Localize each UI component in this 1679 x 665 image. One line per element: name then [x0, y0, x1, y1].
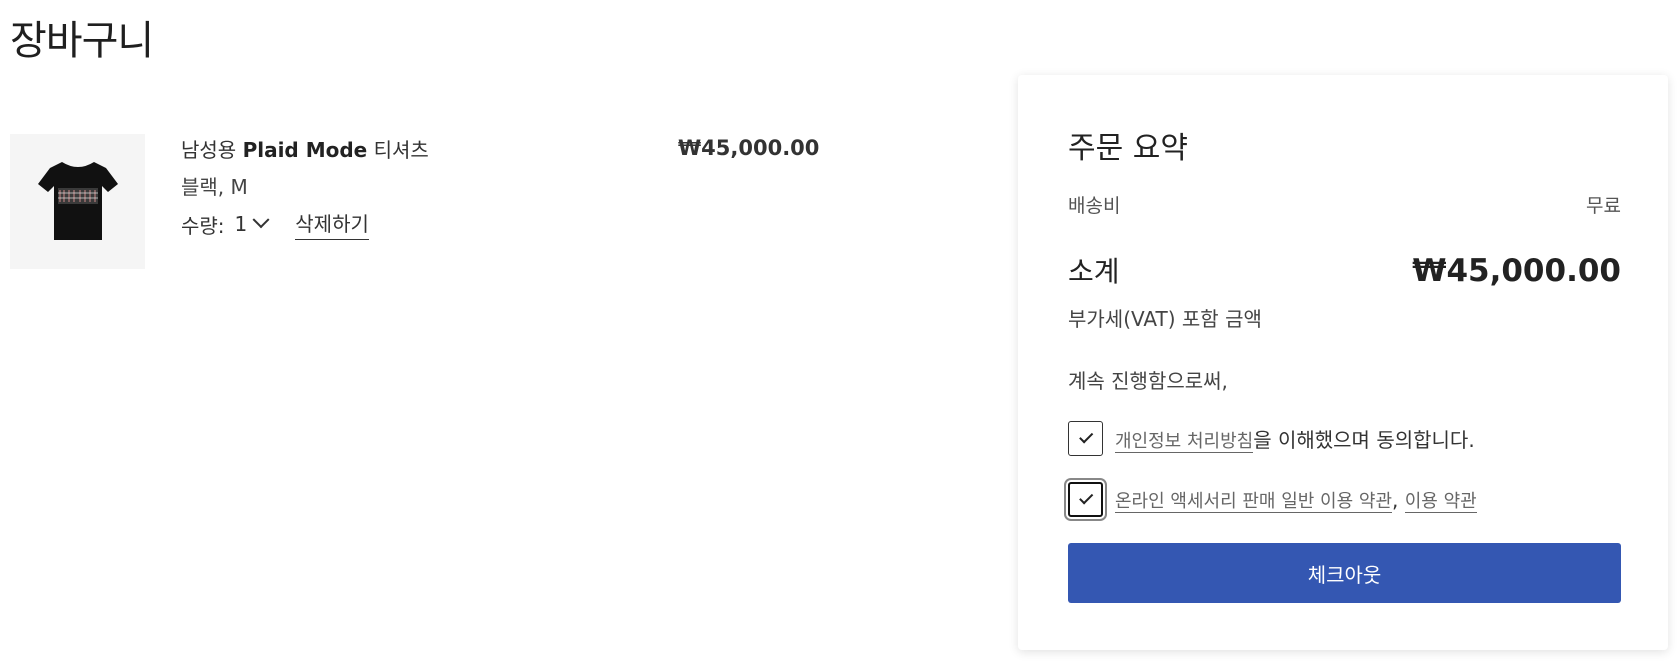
chevron-down-icon	[252, 211, 270, 229]
vat-note: 부가세(VAT) 포함 금액	[1068, 307, 1262, 331]
subtotal-label: 소계	[1068, 255, 1120, 288]
product-name[interactable]: 남성용 Plaid Mode 티셔츠	[181, 134, 429, 163]
product-variant: 블랙, M	[181, 175, 248, 199]
product-image[interactable]	[10, 134, 145, 269]
quantity-select[interactable]: 1	[234, 211, 296, 236]
quantity-row: 수량: 1 삭제하기	[181, 208, 429, 240]
shipping-label: 배송비	[1068, 195, 1121, 217]
privacy-agree-row: 개인정보 처리방침을 이해했으며 동의합니다.	[1068, 421, 1475, 456]
subtotal-row: 소계 ₩45,000.00	[1068, 250, 1621, 290]
shipping-row: 배송비 무료	[1068, 191, 1621, 218]
terms-checkbox[interactable]	[1068, 482, 1103, 517]
cart-page: 장바구니 남성용 Plaid Mode 티셔츠 블랙, M 수량: 1 삭제하기…	[0, 0, 1679, 665]
continue-note: 계속 진행함으로써,	[1068, 369, 1228, 393]
privacy-checkbox[interactable]	[1068, 421, 1103, 456]
product-name-prefix: 남성용	[181, 138, 243, 162]
quantity-label: 수량:	[181, 213, 225, 238]
checkout-button[interactable]: 체크아웃	[1068, 543, 1621, 603]
terms-of-use-link[interactable]: 이용 약관	[1404, 490, 1477, 513]
item-price: ₩45,000.00	[678, 136, 820, 160]
privacy-policy-link[interactable]: 개인정보 처리방침	[1115, 431, 1254, 453]
shipping-value: 무료	[1586, 195, 1621, 217]
page-title: 장바구니	[10, 18, 154, 64]
check-icon	[1079, 490, 1094, 505]
privacy-agree-text: 개인정보 처리방침을 이해했으며 동의합니다.	[1115, 424, 1475, 453]
check-icon	[1079, 429, 1094, 444]
accessory-terms-link[interactable]: 온라인 액세서리 판매 일반 이용 약관	[1115, 490, 1393, 513]
delete-link[interactable]: 삭제하기	[295, 208, 369, 240]
quantity-value: 1	[234, 212, 248, 236]
tshirt-icon	[38, 162, 118, 240]
terms-agree-row: 온라인 액세서리 판매 일반 이용 약관, 이용 약관	[1068, 482, 1477, 517]
product-name-suffix: 티셔츠	[367, 138, 429, 162]
cart-item: 남성용 Plaid Mode 티셔츠 블랙, M 수량: 1 삭제하기 ₩45,…	[10, 134, 830, 270]
item-info: 남성용 Plaid Mode 티셔츠 블랙, M 수량: 1 삭제하기	[181, 134, 429, 240]
terms-agree-text: 온라인 액세서리 판매 일반 이용 약관, 이용 약관	[1115, 487, 1477, 513]
product-name-bold: Plaid Mode	[242, 138, 368, 162]
privacy-agree-suffix: 을 이해했으며 동의합니다.	[1253, 428, 1475, 452]
summary-title: 주문 요약	[1068, 131, 1188, 166]
terms-separator: ,	[1392, 487, 1399, 512]
subtotal-value: ₩45,000.00	[1412, 253, 1621, 289]
order-summary-panel: 주문 요약 배송비 무료 소계 ₩45,000.00 부가세(VAT) 포함 금…	[1018, 75, 1668, 650]
